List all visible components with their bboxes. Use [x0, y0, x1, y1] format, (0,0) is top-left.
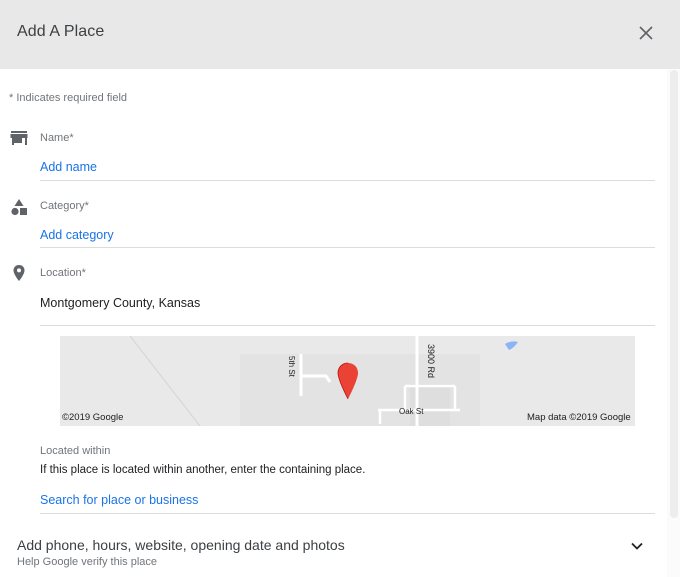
map-data-attribution: Map data ©2019 Google	[527, 412, 631, 423]
more-details-title[interactable]: Add phone, hours, website, opening date …	[17, 537, 345, 553]
close-icon	[639, 26, 653, 40]
scrollbar-thumb[interactable]	[670, 70, 678, 518]
category-input[interactable]: Add category	[40, 228, 114, 242]
more-details-subtitle: Help Google verify this place	[17, 556, 158, 568]
category-divider	[40, 247, 655, 248]
name-input[interactable]: Add name	[40, 160, 97, 174]
located-within-search-input[interactable]: Search for place or business	[40, 493, 198, 507]
chevron-down-icon[interactable]	[628, 537, 646, 555]
map-road-label-5th-st: 5th St	[287, 356, 296, 377]
location-label: Location*	[40, 267, 86, 279]
located-within-label: Located within	[40, 445, 111, 457]
close-button[interactable]	[633, 20, 659, 46]
map-copyright: ©2019 Google	[62, 412, 124, 423]
name-label: Name*	[40, 132, 74, 144]
dialog-title: Add A Place	[17, 23, 105, 40]
located-within-description: If this place is located within another,…	[40, 464, 366, 476]
location-map[interactable]: 5th St 3900 Rd Oak St ©2019 Google Map d…	[60, 336, 635, 426]
red-map-marker-icon[interactable]	[337, 362, 359, 400]
located-within-divider	[40, 513, 655, 514]
name-divider	[40, 180, 655, 181]
map-road-label-3900-rd: 3900 Rd	[426, 344, 436, 379]
location-pin-icon	[13, 265, 25, 281]
location-value[interactable]: Montgomery County, Kansas	[40, 296, 200, 310]
category-label: Category*	[40, 200, 89, 212]
location-divider	[40, 325, 655, 326]
storefront-icon	[10, 131, 28, 145]
map-road-label-oak-st: Oak St	[399, 407, 424, 416]
category-shapes-icon	[11, 199, 27, 216]
required-field-note: * Indicates required field	[9, 92, 128, 104]
dialog-header: Add A Place	[0, 0, 680, 69]
